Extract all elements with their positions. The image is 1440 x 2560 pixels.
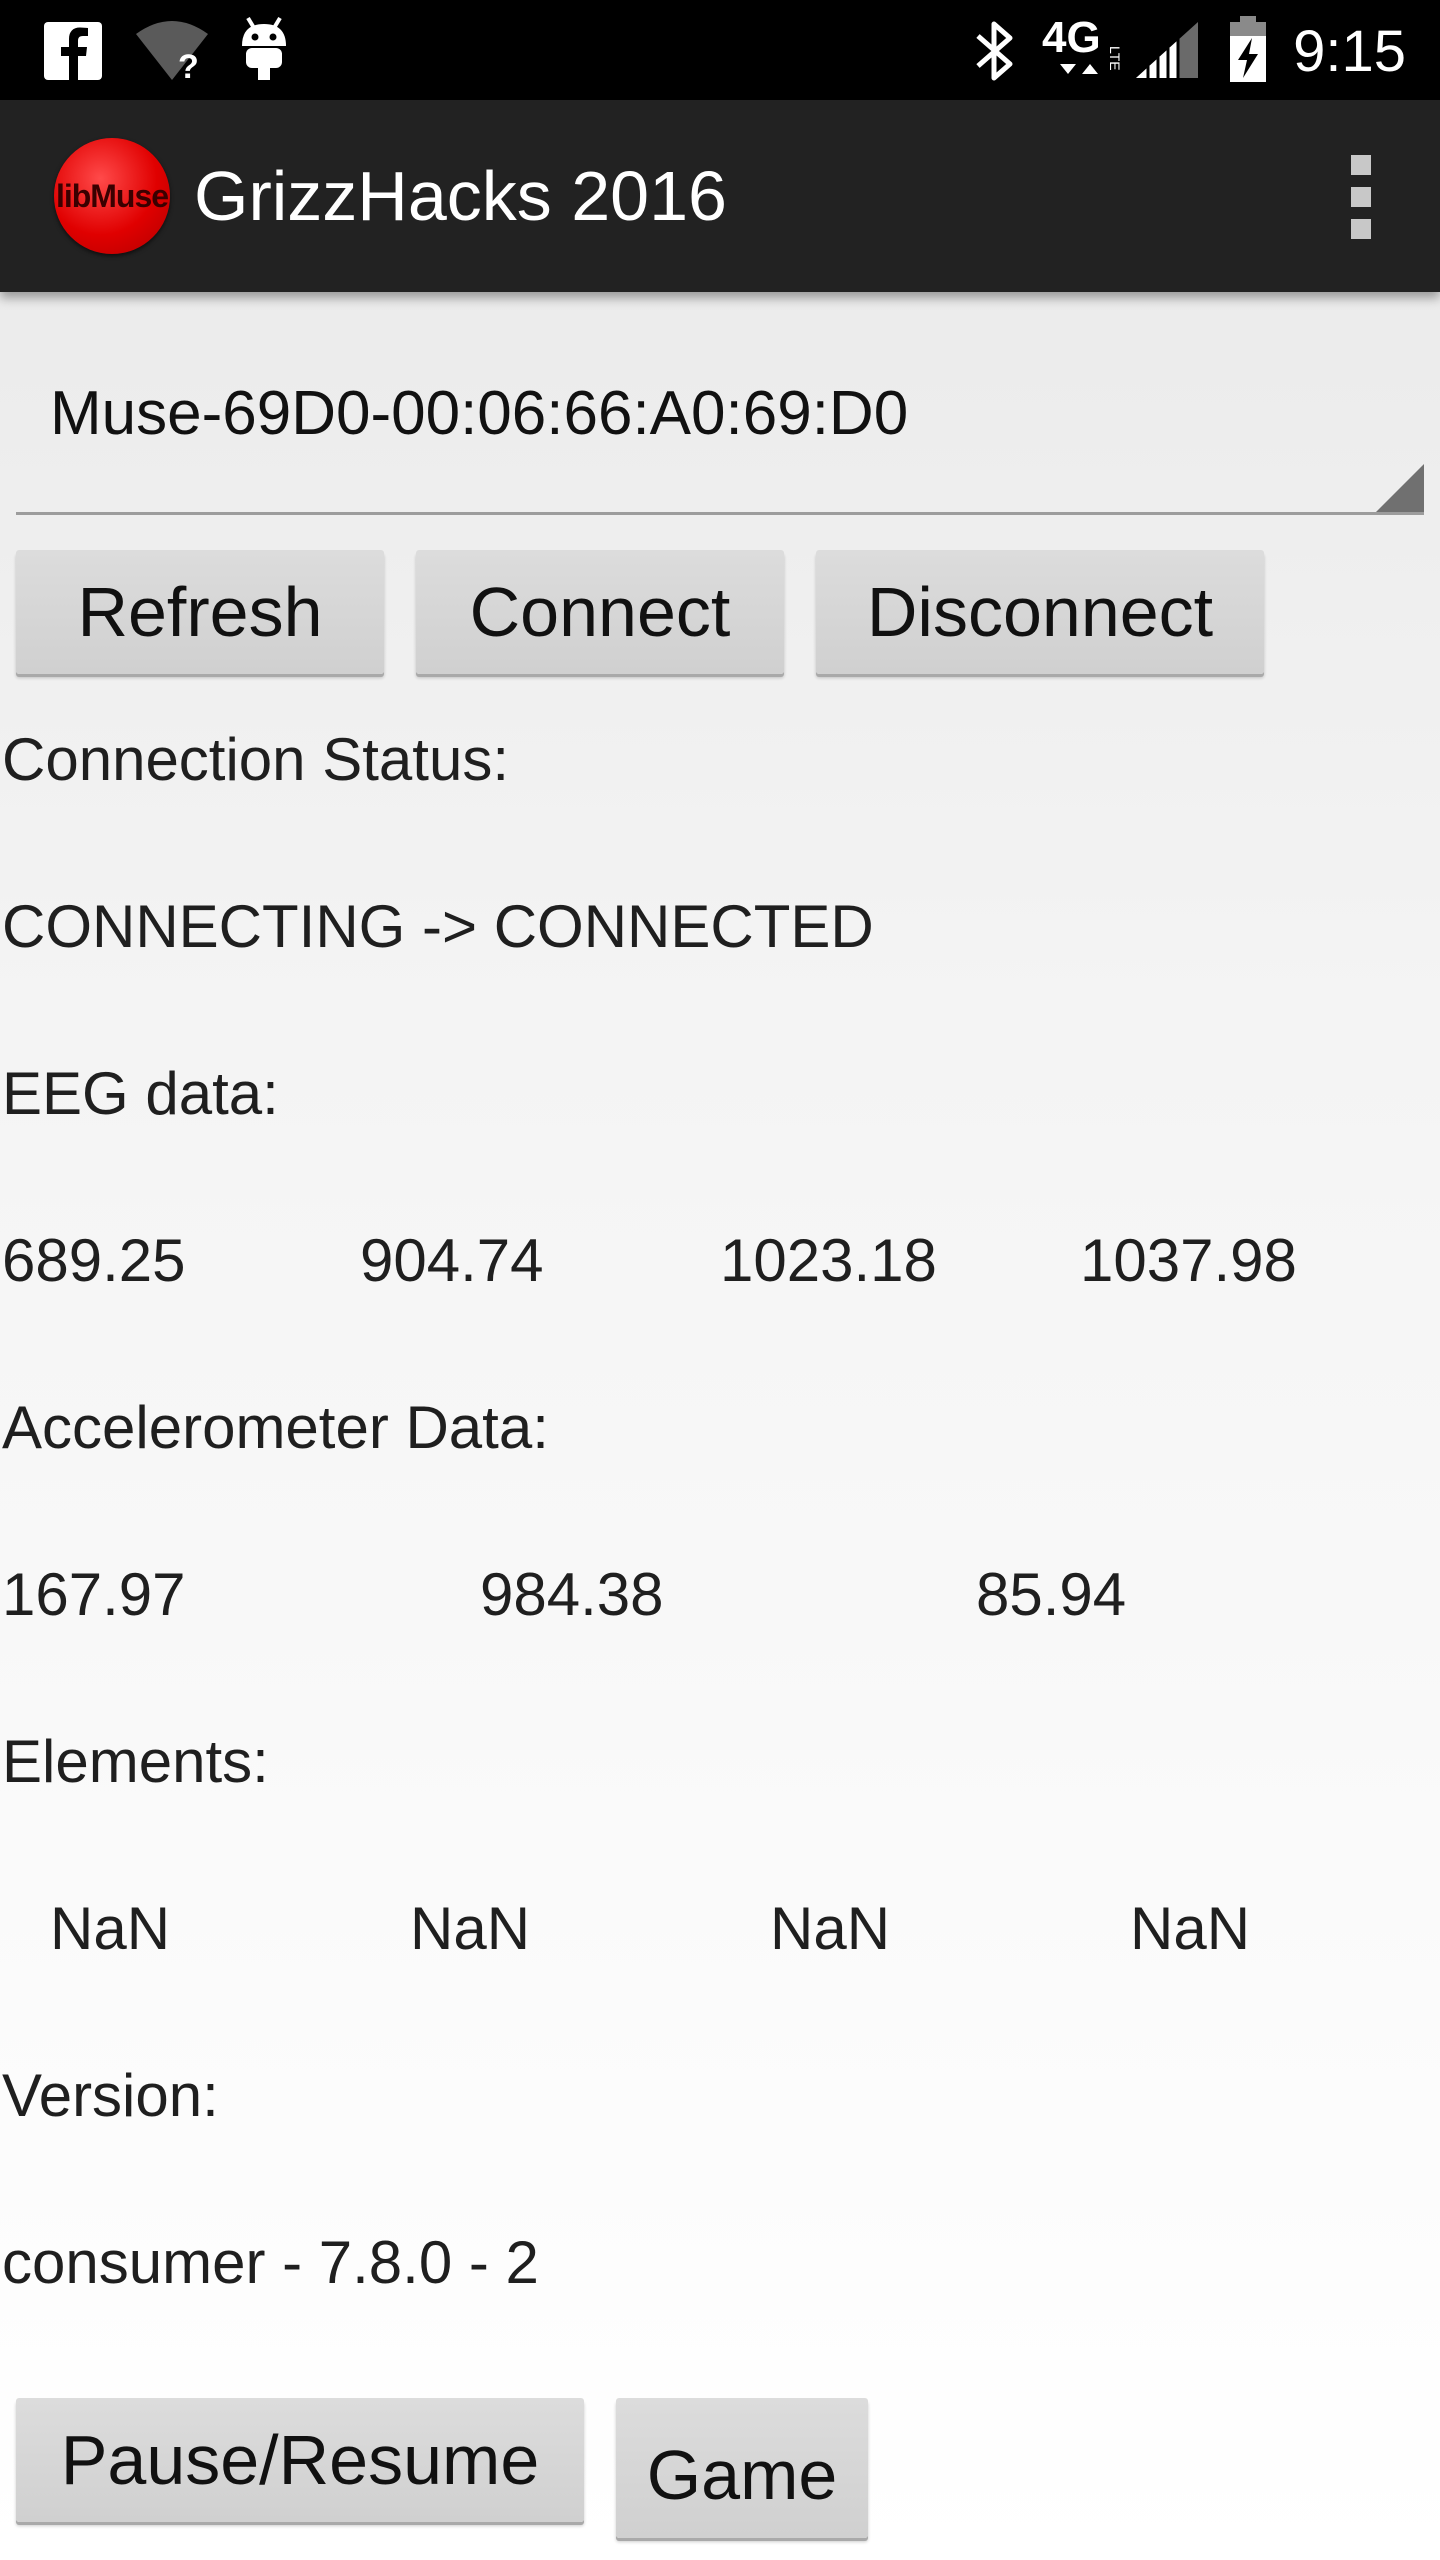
android-debug-icon: [238, 16, 290, 87]
spinner-underline: [16, 512, 1424, 515]
accelerometer-value-x: 167.97: [2, 1561, 186, 1628]
app-title: GrizzHacks 2016: [194, 157, 727, 235]
bluetooth-icon: [972, 18, 1016, 89]
status-bar: ? 4G LTE 9:15: [0, 0, 1440, 100]
elements-value-3: NaN: [770, 1895, 891, 1962]
elements-value-2: NaN: [410, 1895, 531, 1962]
connect-button[interactable]: Connect: [416, 550, 784, 674]
lte-icon: 4G LTE: [1040, 12, 1132, 91]
accelerometer-label: Accelerometer Data:: [2, 1394, 549, 1461]
eeg-value-2: 904.74: [360, 1227, 544, 1294]
connection-status-label: Connection Status:: [2, 726, 509, 793]
elements-value-1: NaN: [50, 1895, 171, 1962]
menu-dot: [1351, 219, 1371, 239]
svg-text:LTE: LTE: [1107, 46, 1123, 71]
app-logo: libMuse: [54, 138, 170, 254]
dropdown-arrow-icon: [1376, 464, 1424, 512]
elements-value-4: NaN: [1130, 1895, 1251, 1962]
eeg-value-4: 1037.98: [1080, 1227, 1297, 1294]
wifi-unknown-icon: ?: [134, 20, 210, 87]
facebook-icon: [44, 22, 102, 85]
svg-text:?: ?: [178, 48, 199, 82]
menu-dot: [1351, 155, 1371, 175]
version-value: consumer - 7.8.0 - 2: [2, 2229, 539, 2296]
game-button[interactable]: Game: [616, 2398, 868, 2538]
eeg-label: EEG data:: [2, 1060, 279, 1127]
clock: 9:15: [1293, 19, 1406, 84]
eeg-value-3: 1023.18: [720, 1227, 937, 1294]
device-spinner[interactable]: Muse-69D0-00:06:66:A0:69:D0: [16, 330, 1424, 515]
connection-status-value: CONNECTING -> CONNECTED: [2, 893, 874, 960]
device-spinner-value: Muse-69D0-00:06:66:A0:69:D0: [50, 379, 909, 448]
app-logo-text: libMuse: [55, 177, 169, 214]
overflow-menu-icon[interactable]: [1346, 155, 1376, 239]
disconnect-button[interactable]: Disconnect: [816, 550, 1264, 674]
battery-charging-icon: [1228, 16, 1268, 87]
signal-icon: [1134, 20, 1200, 85]
action-bar: libMuse GrizzHacks 2016: [0, 100, 1440, 292]
accelerometer-value-z: 85.94: [976, 1561, 1127, 1628]
menu-dot: [1351, 187, 1371, 207]
svg-text:4G: 4G: [1042, 13, 1101, 62]
elements-label: Elements:: [2, 1728, 269, 1795]
accelerometer-value-y: 984.38: [480, 1561, 664, 1628]
pause-resume-button[interactable]: Pause/Resume: [16, 2398, 584, 2522]
refresh-button[interactable]: Refresh: [16, 550, 384, 674]
version-label: Version:: [2, 2062, 219, 2129]
eeg-value-1: 689.25: [2, 1227, 186, 1294]
